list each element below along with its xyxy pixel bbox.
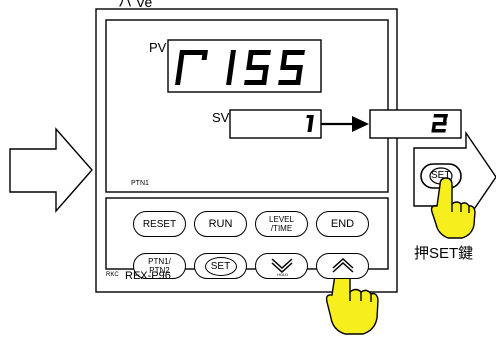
ptn-line1: PTN1/ [148, 257, 171, 266]
target-seven-segment [431, 114, 448, 133]
hold-label: HOLD [277, 272, 289, 277]
instruction-text: 押SET鍵 [414, 245, 474, 262]
pv-label: PV [149, 40, 167, 55]
set-callout-label: SET [431, 170, 451, 181]
level-time-button[interactable]: LEVEL /TIME [255, 211, 308, 237]
model-label: REX-P96 [125, 270, 171, 282]
reset-button-label: RESET [142, 218, 177, 230]
left-arrow-icon [9, 127, 93, 213]
run-button-label: RUN [208, 218, 233, 230]
up-button[interactable] [316, 253, 369, 279]
diagram-canvas [9, 8, 496, 335]
ptn-indicator: PTN1 [131, 180, 149, 187]
set-button[interactable]: SET [194, 253, 247, 279]
top-label: ハ Ve [118, 0, 153, 10]
set-rotate-icon: SET [204, 256, 237, 276]
end-button[interactable]: END [316, 211, 369, 237]
time-label: /TIME [270, 224, 293, 233]
reset-button[interactable]: RESET [133, 211, 186, 237]
run-button[interactable]: RUN [194, 211, 247, 237]
set-button-label: SET [210, 260, 231, 272]
brand-mark: RKC [106, 272, 119, 278]
end-button-label: END [330, 218, 355, 230]
sv-label: SV [212, 110, 230, 125]
level-label: LEVEL [269, 215, 294, 224]
chevron-up-icon [331, 257, 354, 273]
sv-display-box [229, 109, 322, 139]
